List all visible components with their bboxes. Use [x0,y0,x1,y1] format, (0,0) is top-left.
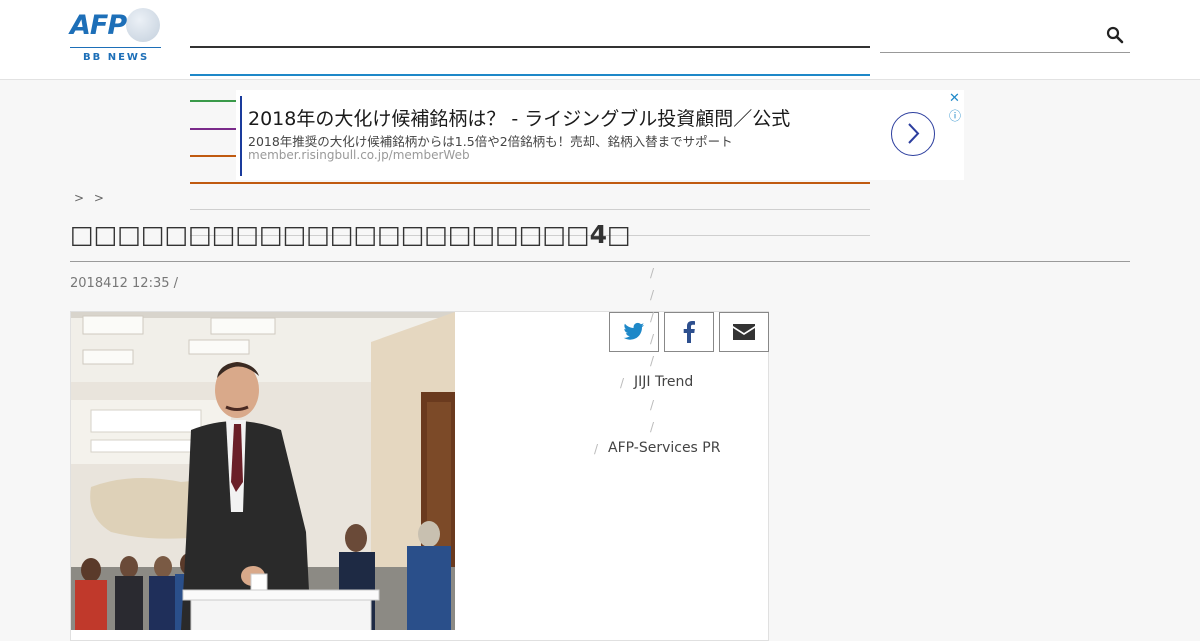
ad-accent-bar [240,96,242,176]
facebook-icon [683,321,695,343]
facebook-share-button[interactable] [664,312,714,352]
ad-url[interactable]: member.risingbull.co.jp/memberWeb [248,148,470,162]
separator: / [650,420,655,434]
separator: / [620,376,625,390]
related-link-jiji-trend[interactable]: JIJI Trend [634,374,693,390]
chevron-right-icon[interactable] [891,112,935,156]
email-share-button[interactable] [719,312,769,352]
search-input[interactable] [880,22,1130,53]
ad-banner[interactable]: 2018年の大化け候補銘柄は？ - ライジングブル投資顧問／公式 2018年推奨… [236,90,964,180]
separator: / [650,332,655,346]
site-header: AFP BB NEWS [0,0,1200,80]
logo-divider [70,47,161,48]
search-icon[interactable] [1106,26,1124,44]
envelope-icon [733,324,755,340]
globe-icon [126,8,160,42]
nav-line-2[interactable] [190,74,870,76]
afpbb-logo[interactable]: AFP BB NEWS [70,8,162,64]
nav-line-1[interactable] [190,46,870,48]
page-title: □□□□□□□□□□□□□□□□□□□□□□4□ [70,220,631,249]
nav-line-6[interactable] [190,182,870,184]
separator: / [594,442,599,456]
nav-line-7[interactable] [190,209,870,210]
close-icon[interactable]: ✕ [949,91,960,106]
logo-text: AFP [70,10,127,41]
info-icon[interactable]: ⓘ [949,107,961,124]
separator: / [650,288,655,302]
separator: / [650,310,655,324]
related-link-afp-services-pr[interactable]: AFP-Services PR [608,440,720,456]
twitter-icon [623,322,645,340]
article-date: 2018412 12:35 / [70,276,179,291]
article-photo[interactable] [71,312,455,630]
logo-subtext: BB NEWS [83,52,150,63]
breadcrumb[interactable]: > > [74,191,107,205]
ad-title[interactable]: 2018年の大化け候補銘柄は？ - ライジングブル投資顧問／公式 [248,104,790,131]
separator: / [650,266,655,280]
title-divider [70,261,1130,262]
separator: / [650,398,655,412]
separator: / [650,354,655,368]
